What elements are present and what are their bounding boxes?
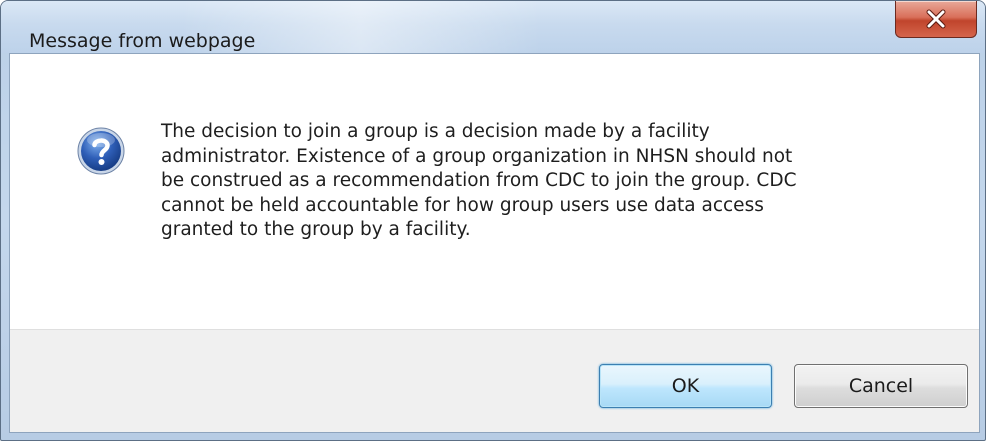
dialog-client-area: The decision to join a group is a decisi… — [9, 53, 980, 433]
message-line: cannot be held accountable for how group… — [161, 194, 764, 216]
dialog-window: Message from webpage The decision to joi… — [0, 0, 986, 441]
window-title: Message from webpage — [29, 30, 256, 52]
message-line: granted to the group by a facility. — [161, 219, 471, 240]
ok-button[interactable]: OK — [599, 364, 772, 408]
message-line: The decision to join a group is a decisi… — [161, 121, 710, 142]
dialog-message: The decision to join a group is a decisi… — [161, 120, 941, 243]
button-bar: OK Cancel — [10, 329, 979, 432]
message-line: administrator. Existence of a group orga… — [161, 145, 793, 167]
cancel-button[interactable]: Cancel — [794, 364, 968, 408]
question-icon — [76, 126, 126, 176]
message-line: be construed as a recommendation from CD… — [161, 170, 797, 191]
title-bar[interactable]: Message from webpage — [1, 1, 985, 53]
message-area: The decision to join a group is a decisi… — [10, 54, 979, 329]
close-button[interactable] — [895, 1, 977, 38]
close-icon — [925, 9, 947, 29]
